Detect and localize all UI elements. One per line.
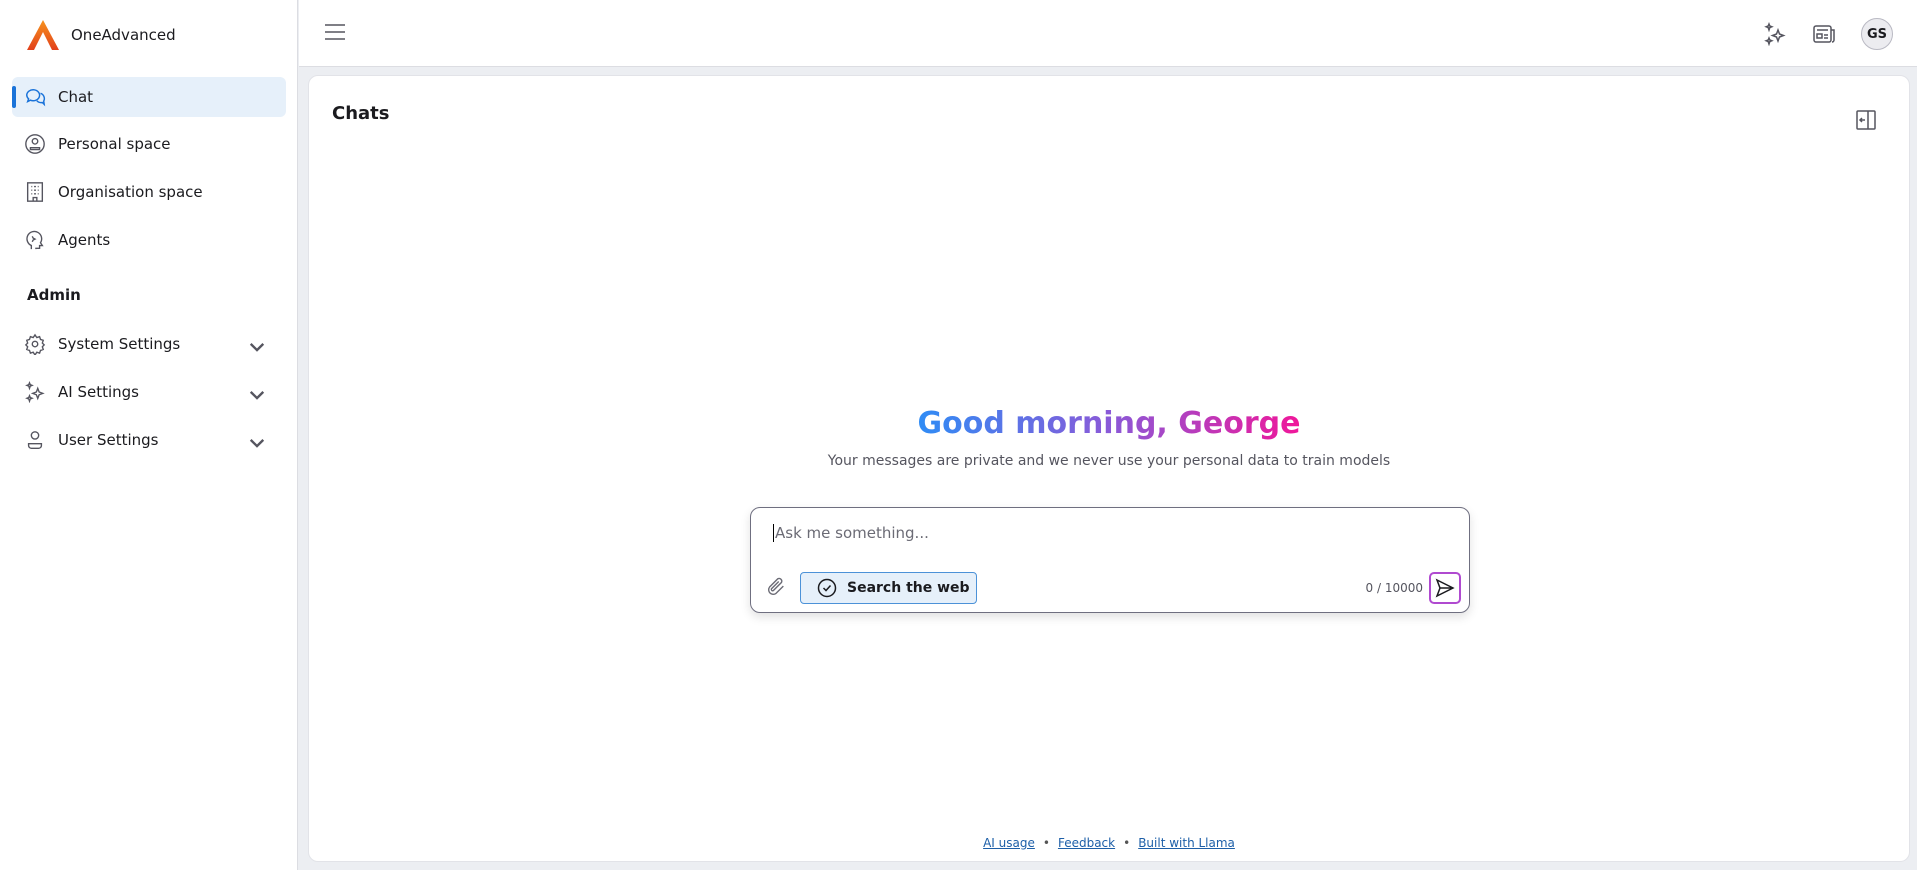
- brand-logo[interactable]: OneAdvanced: [27, 20, 176, 50]
- user-icon: [27, 431, 43, 449]
- sidebar-item-label: User Settings: [58, 431, 159, 449]
- building-icon: [26, 182, 44, 202]
- footer-links: AI usage • Feedback • Built with Llama: [309, 836, 1909, 850]
- user-avatar[interactable]: GS: [1861, 18, 1893, 50]
- built-with-llama-link[interactable]: Built with Llama: [1138, 836, 1235, 850]
- character-count: 0 / 10000: [1365, 581, 1423, 595]
- chat-panel: Chats Good morning, George Your messages…: [308, 75, 1910, 862]
- sidebar-item-user-settings[interactable]: User Settings: [12, 420, 286, 460]
- sidebar-item-organisation-space[interactable]: Organisation space: [12, 172, 286, 212]
- feedback-link[interactable]: Feedback: [1058, 836, 1115, 850]
- sparkles-icon[interactable]: [1763, 22, 1787, 46]
- collapse-panel-icon[interactable]: [1855, 109, 1877, 131]
- sidebar-item-label: Organisation space: [58, 183, 203, 201]
- sidebar-item-system-settings[interactable]: System Settings: [12, 324, 286, 364]
- chat-composer: Search the web 0 / 10000: [750, 507, 1470, 613]
- sparkles-icon: [25, 381, 45, 403]
- hamburger-menu-icon[interactable]: [324, 22, 346, 42]
- sidebar-item-agents[interactable]: Agents: [12, 220, 286, 260]
- sidebar-item-chat[interactable]: Chat: [12, 77, 286, 117]
- admin-heading: Admin: [27, 286, 81, 304]
- sidebar-item-label: Personal space: [58, 135, 171, 153]
- send-button[interactable]: [1429, 572, 1461, 604]
- brand-name: OneAdvanced: [71, 26, 176, 44]
- page-title: Chats: [332, 103, 390, 124]
- chevron-down-icon: [249, 343, 265, 352]
- sidebar-item-label: System Settings: [58, 335, 181, 353]
- top-bar: GS: [299, 0, 1917, 67]
- greeting: Good morning, George: [917, 406, 1301, 441]
- chevron-down-icon: [249, 391, 265, 400]
- sidebar-item-personal-space[interactable]: Personal space: [12, 124, 286, 164]
- separator: •: [1042, 836, 1050, 850]
- separator: •: [1123, 836, 1131, 850]
- user-circle-icon: [25, 134, 45, 154]
- send-icon: [1435, 578, 1455, 598]
- sidebar-item-ai-settings[interactable]: AI Settings: [12, 372, 286, 412]
- sidebar-item-label: Agents: [58, 231, 111, 249]
- oneadvanced-logo-icon: [27, 20, 59, 50]
- sidebar: OneAdvanced Chat Personal space Organisa…: [0, 0, 298, 870]
- sidebar-item-label: AI Settings: [58, 383, 139, 401]
- ai-usage-link[interactable]: AI usage: [983, 836, 1035, 850]
- search-web-toggle[interactable]: Search the web: [800, 572, 977, 604]
- privacy-subtitle: Your messages are private and we never u…: [827, 453, 1391, 469]
- chat-input[interactable]: [773, 524, 1433, 542]
- gear-icon: [24, 333, 46, 355]
- sidebar-item-label: Chat: [58, 88, 94, 106]
- search-web-label: Search the web: [847, 580, 970, 596]
- newspaper-icon[interactable]: [1812, 22, 1836, 46]
- agent-head-icon: [26, 230, 44, 250]
- chat-icon: [26, 89, 46, 107]
- paperclip-icon[interactable]: [765, 576, 787, 598]
- chevron-down-icon: [249, 439, 265, 448]
- check-circle-icon: [817, 578, 837, 598]
